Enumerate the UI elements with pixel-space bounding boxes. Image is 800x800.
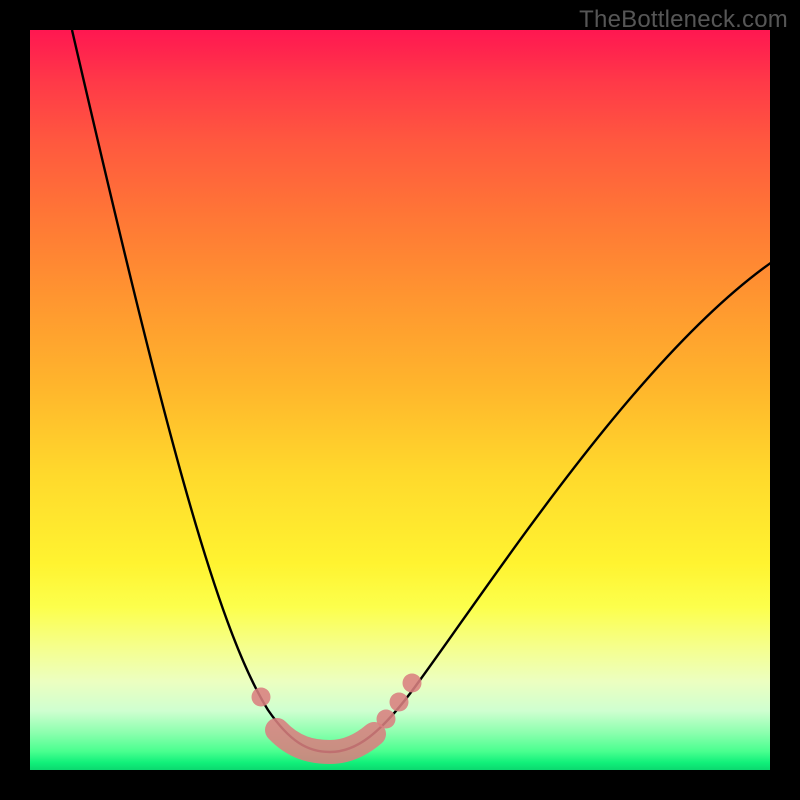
chart-frame: TheBottleneck.com [0, 0, 800, 800]
marker-thick [277, 730, 374, 752]
marker-dot [252, 688, 271, 707]
acceptable-zone-markers [252, 674, 422, 753]
chart-svg [30, 30, 770, 770]
marker-dot [403, 674, 422, 693]
marker-dot [390, 693, 409, 712]
bottleneck-curve [72, 30, 770, 752]
watermark-text: TheBottleneck.com [579, 6, 788, 34]
plot-area [30, 30, 770, 770]
marker-dot [377, 710, 396, 729]
